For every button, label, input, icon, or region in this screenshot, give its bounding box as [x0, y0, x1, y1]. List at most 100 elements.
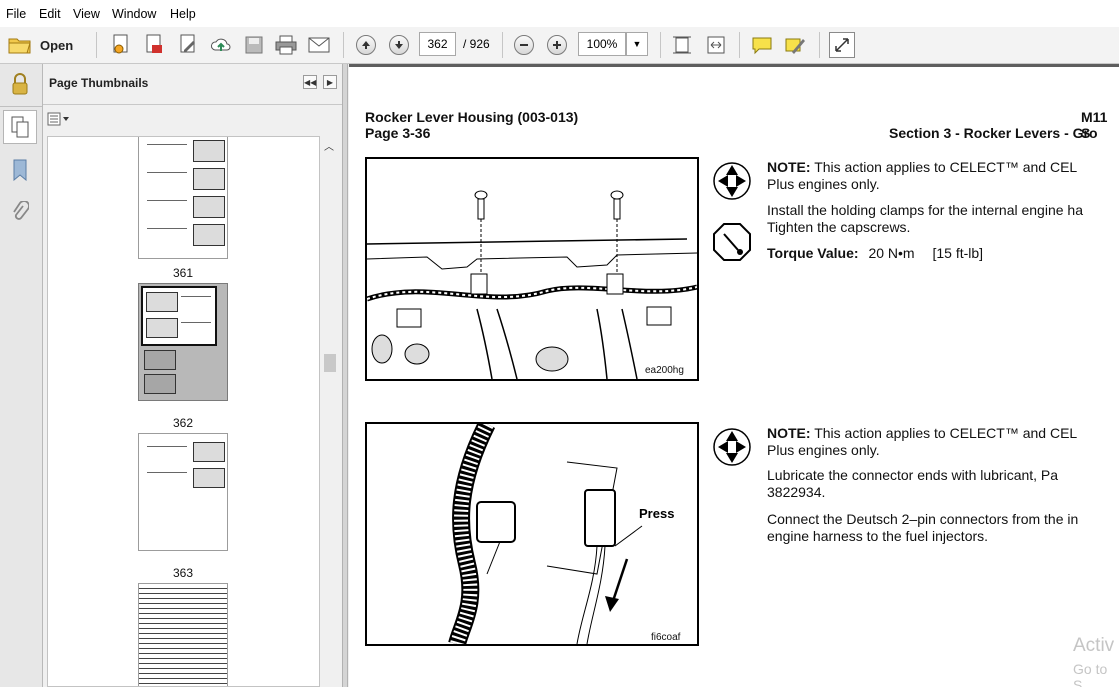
thumbnail-text-line [181, 322, 211, 323]
folder-icon [8, 38, 31, 54]
fit-page-button[interactable] [669, 32, 695, 58]
menu-view[interactable]: View [73, 7, 100, 21]
page-total: / 926 [463, 37, 490, 51]
highlight-button[interactable] [782, 32, 808, 58]
menu-help[interactable]: Help [170, 7, 196, 21]
fullscreen-button[interactable] [829, 32, 855, 58]
document-view: Rocker Lever Housing (003-013) Page 3-36… [349, 64, 1119, 687]
print-button[interactable] [273, 32, 299, 58]
activation-watermark: Activ [1073, 635, 1115, 656]
doc-header-page: Page 3-36 [365, 125, 431, 141]
separator [96, 32, 97, 58]
next-page-button[interactable] [386, 32, 412, 58]
note-text-continued: Plus engines only. [767, 176, 880, 192]
separator [819, 32, 820, 58]
thumbnail-figure [193, 196, 225, 218]
open-label: Open [40, 37, 74, 53]
cloud-upload-icon [211, 38, 231, 51]
thumbnail-label: 363 [172, 566, 194, 580]
toolbar: Open 362 / 926 100% ▼ [0, 27, 1119, 64]
separator [343, 32, 344, 58]
panel-title: Page Thumbnails [49, 76, 149, 90]
separator [502, 32, 503, 58]
thumbnail-figure [144, 350, 176, 370]
scroll-up-icon[interactable]: ︿ [324, 138, 334, 153]
expand-icon [835, 38, 849, 52]
email-button[interactable] [306, 32, 332, 58]
thumbnail-page[interactable] [138, 583, 228, 686]
create-pdf-button[interactable] [108, 32, 134, 58]
figure-connectors: Press fi6coaf [365, 419, 699, 647]
zoom-dropdown-button[interactable]: ▼ [626, 32, 648, 56]
thumbnail-text-line [181, 296, 211, 297]
collapse-panel-button[interactable]: ◀◀ [303, 75, 317, 89]
page-thumbnails-tab[interactable] [3, 110, 37, 144]
double-chevron-left-icon: ◀◀ [304, 78, 317, 87]
thumbnail-figure [146, 292, 178, 312]
menu-edit[interactable]: Edit [39, 7, 61, 21]
thumbnail-text-line [147, 446, 187, 447]
fit-width-button[interactable] [703, 32, 729, 58]
edit-document-icon [180, 34, 195, 53]
separator [739, 32, 740, 58]
highlighter-icon [785, 38, 805, 54]
zoom-in-button[interactable] [544, 32, 570, 58]
chevron-down-icon: ▼ [632, 39, 642, 49]
panel-splitter[interactable] [342, 64, 348, 687]
menu-file[interactable]: File [6, 7, 26, 21]
thumbnail-figure [193, 168, 225, 190]
lock-icon [12, 73, 28, 95]
comment-button[interactable] [749, 32, 775, 58]
thumbnail-figure [193, 468, 225, 488]
engine-type-note-icon [713, 162, 751, 200]
export-pdf-button[interactable] [141, 32, 167, 58]
thumbnail-scrollbar[interactable]: ︿ [321, 136, 339, 687]
bookmarks-tab[interactable] [6, 156, 34, 184]
save-button[interactable] [241, 32, 267, 58]
install-text: Install the holding clamps for the inter… [767, 202, 1083, 218]
panel-expand-button[interactable]: ▶ [323, 75, 337, 89]
thumbnail-options-button[interactable] [47, 111, 73, 127]
pdf-export-icon [146, 34, 162, 53]
document-gear-icon [113, 34, 128, 54]
thumbnail-figure [193, 224, 225, 246]
thumbnail-text-line [147, 228, 187, 229]
menu-bar: File Edit View Window Help [0, 0, 1119, 28]
navigation-pane-strip [0, 64, 43, 687]
figure-harness-clamps: ea200hg [365, 157, 699, 381]
zoom-out-button[interactable] [511, 32, 537, 58]
upload-button[interactable] [208, 32, 234, 58]
press-label: Press [639, 506, 675, 521]
arrow-up-icon [356, 35, 376, 55]
zoom-input[interactable]: 100% [578, 32, 626, 56]
menu-window[interactable]: Window [112, 7, 156, 21]
note-label: NOTE: [767, 425, 811, 441]
doc-header-title: Rocker Lever Housing (003-013) [365, 109, 579, 125]
open-button[interactable]: Open [8, 32, 78, 58]
save-icon [245, 36, 263, 54]
thumbnail-page[interactable] [138, 137, 228, 259]
minus-icon [514, 35, 534, 55]
note-2: NOTE: This action applies to CELECT™ and… [767, 425, 1077, 442]
thumbnail-text-line [147, 200, 187, 201]
scroll-thumb[interactable] [324, 354, 336, 372]
edit-pdf-button[interactable] [175, 32, 201, 58]
page-number-input[interactable]: 362 [419, 32, 456, 56]
security-button[interactable] [6, 70, 34, 98]
connect-text: Connect the Deutsch 2–pin connectors fro… [767, 511, 1079, 527]
viewport-indicator[interactable] [141, 286, 217, 346]
thumbnail-page-selected[interactable] [138, 283, 228, 401]
attachments-tab[interactable] [6, 198, 34, 226]
thumbnail-text-line [147, 172, 187, 173]
thumbnail-label: 361 [172, 266, 194, 280]
printer-icon [275, 35, 297, 55]
torque-label: Torque Value: [767, 245, 859, 261]
thumbnail-label: 362 [172, 416, 194, 430]
options-menu-icon [47, 112, 69, 126]
previous-page-button[interactable] [353, 32, 379, 58]
connector-illustration [448, 419, 643, 647]
arrow-down-icon [389, 35, 409, 55]
thumbnail-page[interactable] [138, 433, 228, 551]
thumbnail-figure [144, 374, 176, 394]
engine-harness-illustration [366, 190, 698, 380]
